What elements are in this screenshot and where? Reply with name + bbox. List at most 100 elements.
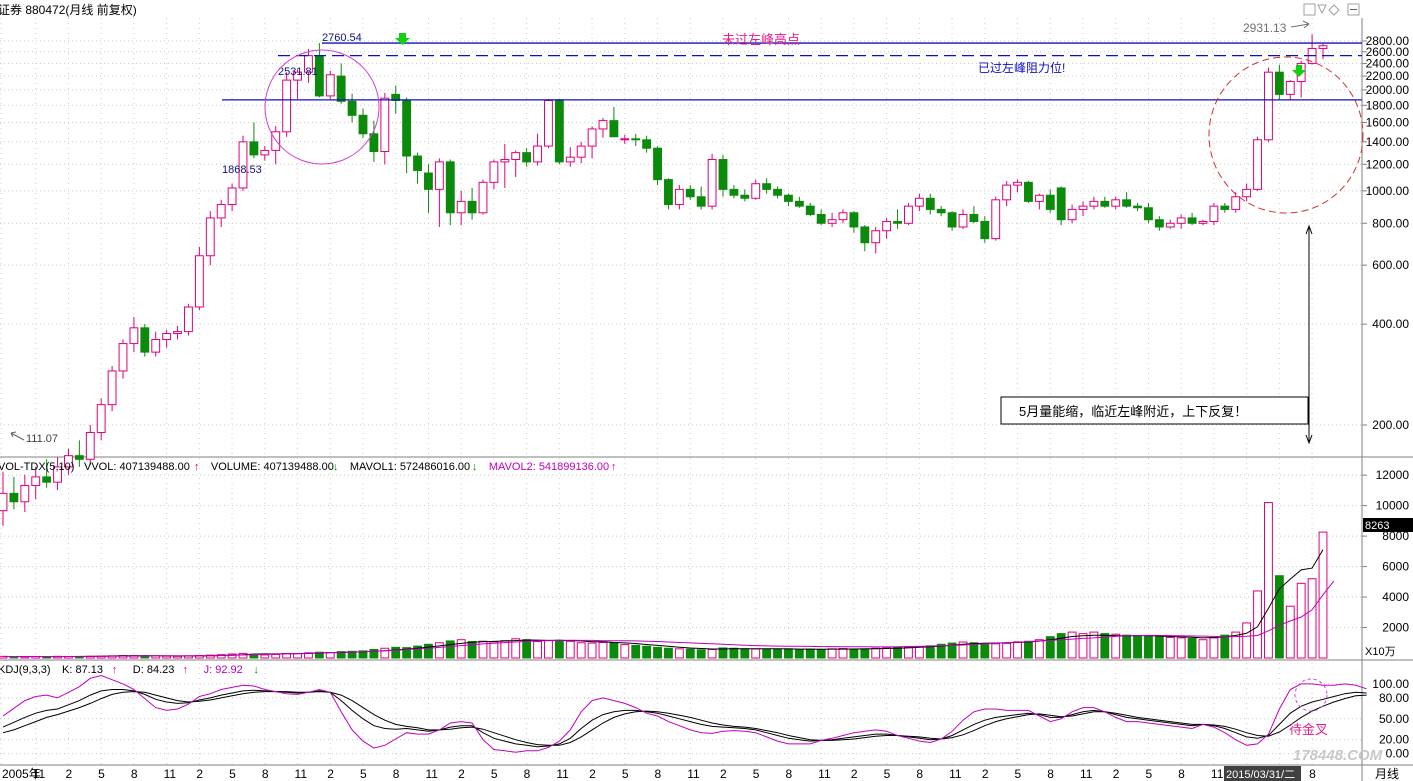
y-tick-label: 1400.00 (1366, 135, 1410, 149)
kdj-indicator-name: KDJ(9,3,3) (0, 664, 51, 676)
golden-cross-annotation: 待金叉 (1289, 722, 1328, 737)
candle-body-up (107, 370, 117, 406)
volume-bar-up (162, 655, 172, 659)
candle-body-up (1231, 196, 1241, 210)
volume-bar-up (271, 653, 281, 659)
candle-body-down (653, 147, 662, 181)
volume-bar-down (925, 645, 935, 659)
volume-bar-down (1024, 640, 1033, 659)
y-tick-label: 600.00 (1372, 258, 1409, 272)
x-axis-labels: 2005年11 2 5 8 11 2 5 8 11 2 5 8 11 2 5 8 11 2 5 8 11 2 5 8 11 2 5 8… (2, 767, 1316, 781)
candle-body-up (434, 161, 444, 190)
candle-body-up (1078, 205, 1088, 210)
x-tick-label: 8 (131, 767, 138, 781)
x-tick-label: 11 (949, 767, 962, 781)
candle-body-down (424, 172, 433, 190)
x-tick-label: 5 (622, 767, 629, 781)
volume-bar-down (980, 642, 990, 659)
candle-body-up (129, 327, 139, 345)
x-tick-label: 8 (1047, 767, 1054, 781)
x-tick-label: 11 (1080, 767, 1093, 781)
candle-body-down (925, 197, 935, 210)
candle-body-down (1056, 187, 1066, 221)
y-tick-label: 400.00 (1372, 317, 1409, 331)
candle-body-up (1111, 199, 1121, 207)
volume-bar-down (740, 648, 750, 659)
candle-body-down (1144, 207, 1153, 221)
volume-bar-up (707, 648, 717, 659)
candle-body-down (947, 212, 957, 228)
volume-bar-up (1176, 637, 1186, 659)
volume-bar-up (456, 639, 466, 659)
candle-body-down (969, 213, 979, 222)
candle-body-up (118, 343, 128, 372)
x-tick-label: 5 (491, 767, 498, 781)
volume-bar-up (598, 641, 608, 659)
candle-body-down (347, 100, 357, 116)
volume-bar-down (642, 645, 652, 659)
candle-body-down (773, 188, 782, 196)
candle-body-up (162, 333, 172, 340)
candle-body-down (936, 208, 946, 214)
candle-body-up (991, 199, 1001, 240)
candle-body-up (1318, 45, 1328, 49)
candle-body-down (445, 161, 455, 214)
vol-tick-label: 2000 (1382, 621, 1409, 635)
x-tick-label: 5 (1015, 767, 1022, 781)
x-tick-label: 2 (851, 767, 858, 781)
trend-arrow-icon: ↑ (112, 664, 118, 676)
candle-body-up (31, 476, 41, 486)
y-tick-label: 2000.00 (1366, 83, 1410, 97)
x-tick-label: 5 (360, 767, 367, 781)
stock-chart[interactable]: 2800.002600.002400.002200.002000.001800.… (0, 0, 1413, 781)
window-title: 证券 880472(月线 前复权) (0, 2, 137, 17)
candle-body-down (1133, 205, 1142, 209)
volume-legend: VVOL: 407139488.00 ↑ VOLUME: 407139488.00 ↓… (84, 461, 616, 473)
candle-body-up (707, 159, 717, 207)
candle-body-up (576, 145, 586, 158)
kdj-tick-label: 20.00 (1379, 733, 1409, 747)
x-tick-label: 8 (1309, 767, 1316, 781)
volume-bar-down (849, 648, 859, 659)
volume-bar-up (1034, 639, 1044, 659)
candle-body-down (718, 159, 728, 190)
volume-bar-up (1242, 622, 1252, 659)
x-tick-label: 8 (1178, 767, 1185, 781)
candle-body-up (914, 197, 924, 207)
volume-bar-up (544, 640, 553, 659)
volume-bar-up (533, 641, 542, 659)
candle-body-up (1034, 194, 1044, 202)
candle-body-up (882, 220, 892, 232)
candle-body-up (1067, 208, 1077, 221)
volume-bar-up (1089, 631, 1099, 659)
candle-body-up (827, 219, 837, 224)
volume-bar-up (576, 642, 586, 659)
vol-tick-label: 6000 (1382, 560, 1409, 574)
candle-body-up (184, 306, 193, 333)
volume-bar-up (1285, 605, 1295, 659)
volume-bar-down (522, 639, 532, 659)
x-tick-label: 2 (720, 767, 727, 781)
x-tick-label: 8 (262, 767, 269, 781)
kdj-tick-label: 100.00 (1372, 677, 1409, 691)
period-label: 月线 (1375, 767, 1399, 781)
candle-body-down (784, 194, 793, 202)
candle-body-down (336, 75, 346, 102)
candle-body-down (522, 152, 532, 163)
y-tick-label: 800.00 (1372, 216, 1409, 230)
volume-bar-down (773, 648, 782, 659)
vol-tick-label: 4000 (1382, 590, 1409, 604)
volume-bar-down (1133, 635, 1142, 659)
settings-icon[interactable] (1303, 3, 1316, 16)
mid-level-label: 1868.53 (222, 164, 262, 176)
candle-body-down (358, 114, 368, 135)
vol-indicator-name: VOL-TDX(5,10) (0, 461, 74, 473)
candle-body-up (325, 74, 335, 97)
trend-arrow-icon: ↓ (333, 461, 339, 473)
y-tick-label: 200.00 (1372, 418, 1409, 432)
volume-bar-up (1165, 636, 1175, 659)
candle-body-down (762, 183, 772, 190)
volume-bar-up (1111, 633, 1121, 659)
volume-bar-up (827, 648, 837, 659)
y-tick-label: 1200.00 (1366, 157, 1410, 171)
